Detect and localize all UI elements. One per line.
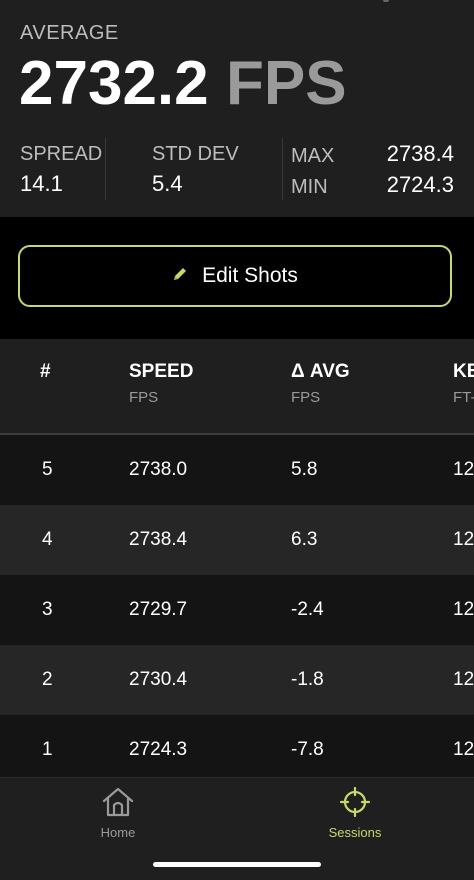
shot-speed: 2738.0 — [129, 459, 188, 480]
stddev-value: 5.4 — [152, 171, 183, 196]
shot-speed: 2724.3 — [129, 739, 188, 760]
table-row[interactable]: 4 2738.4 6.3 12 — [0, 505, 474, 575]
crosshair-icon — [338, 786, 372, 822]
average-unit: FPS — [226, 49, 347, 118]
table-header: # SPEED FPS Δ AVG FPS KE FT- — [0, 339, 474, 435]
stddev-label: STD DEV — [152, 143, 239, 165]
column-header-delta-avg: Δ AVG FPS — [291, 361, 350, 406]
shot-number: 5 — [42, 459, 53, 480]
shot-ke: 12 — [453, 739, 474, 760]
tab-sessions-label: Sessions — [328, 825, 382, 840]
shot-ke: 12 — [453, 459, 474, 480]
shot-speed: 2738.4 — [129, 529, 188, 550]
column-header-number: # — [40, 361, 51, 382]
min-value: 2724.3 — [386, 172, 454, 197]
spread-label: SPREAD — [20, 143, 103, 165]
pencil-icon — [172, 266, 188, 287]
shot-delta-avg: 6.3 — [291, 529, 318, 550]
shot-delta-avg: -1.8 — [291, 669, 324, 690]
tab-home-label: Home — [100, 825, 136, 840]
edit-section: Edit Shots — [0, 217, 474, 339]
table-row[interactable]: 5 2738.0 5.8 12 — [0, 435, 474, 505]
shots-table: # SPEED FPS Δ AVG FPS KE FT- 5 2738.0 5.… — [0, 339, 474, 777]
average-label: AVERAGE — [20, 22, 119, 44]
shot-number: 3 — [42, 599, 53, 620]
stat-divider — [282, 138, 283, 200]
table-row[interactable]: 1 2724.3 -7.8 12 — [0, 715, 474, 777]
summary-panel: AVERAGE 2732.2 FPS SPREAD 14.1 STD DEV 5… — [0, 0, 474, 217]
shot-number: 4 — [42, 529, 53, 550]
tab-sessions[interactable]: Sessions — [295, 786, 415, 846]
min-label: MIN — [291, 176, 328, 198]
home-indicator-bar[interactable] — [153, 862, 321, 867]
table-row[interactable]: 3 2729.7 -2.4 12 — [0, 575, 474, 645]
status-indicator — [383, 0, 389, 2]
edit-shots-label: Edit Shots — [202, 264, 298, 287]
spread-value: 14.1 — [20, 171, 63, 196]
column-header-ke: KE FT- — [453, 361, 474, 406]
shot-number: 1 — [42, 739, 53, 760]
shot-delta-avg: -2.4 — [291, 599, 324, 620]
shot-ke: 12 — [453, 599, 474, 620]
shot-delta-avg: 5.8 — [291, 459, 318, 480]
max-label: MAX — [291, 145, 335, 167]
home-icon — [101, 787, 135, 822]
shot-delta-avg: -7.8 — [291, 739, 324, 760]
shot-number: 2 — [42, 669, 53, 690]
average-value: 2732.2 — [19, 49, 209, 118]
column-header-speed: SPEED FPS — [129, 361, 194, 406]
max-value: 2738.4 — [386, 141, 454, 166]
tab-home[interactable]: Home — [58, 786, 178, 846]
shot-speed: 2730.4 — [129, 669, 188, 690]
table-row[interactable]: 2 2730.4 -1.8 12 — [0, 645, 474, 715]
edit-shots-button[interactable]: Edit Shots — [18, 245, 452, 307]
stat-divider — [105, 138, 106, 200]
shot-ke: 12 — [453, 669, 474, 690]
shot-speed: 2729.7 — [129, 599, 188, 620]
shot-ke: 12 — [453, 529, 474, 550]
